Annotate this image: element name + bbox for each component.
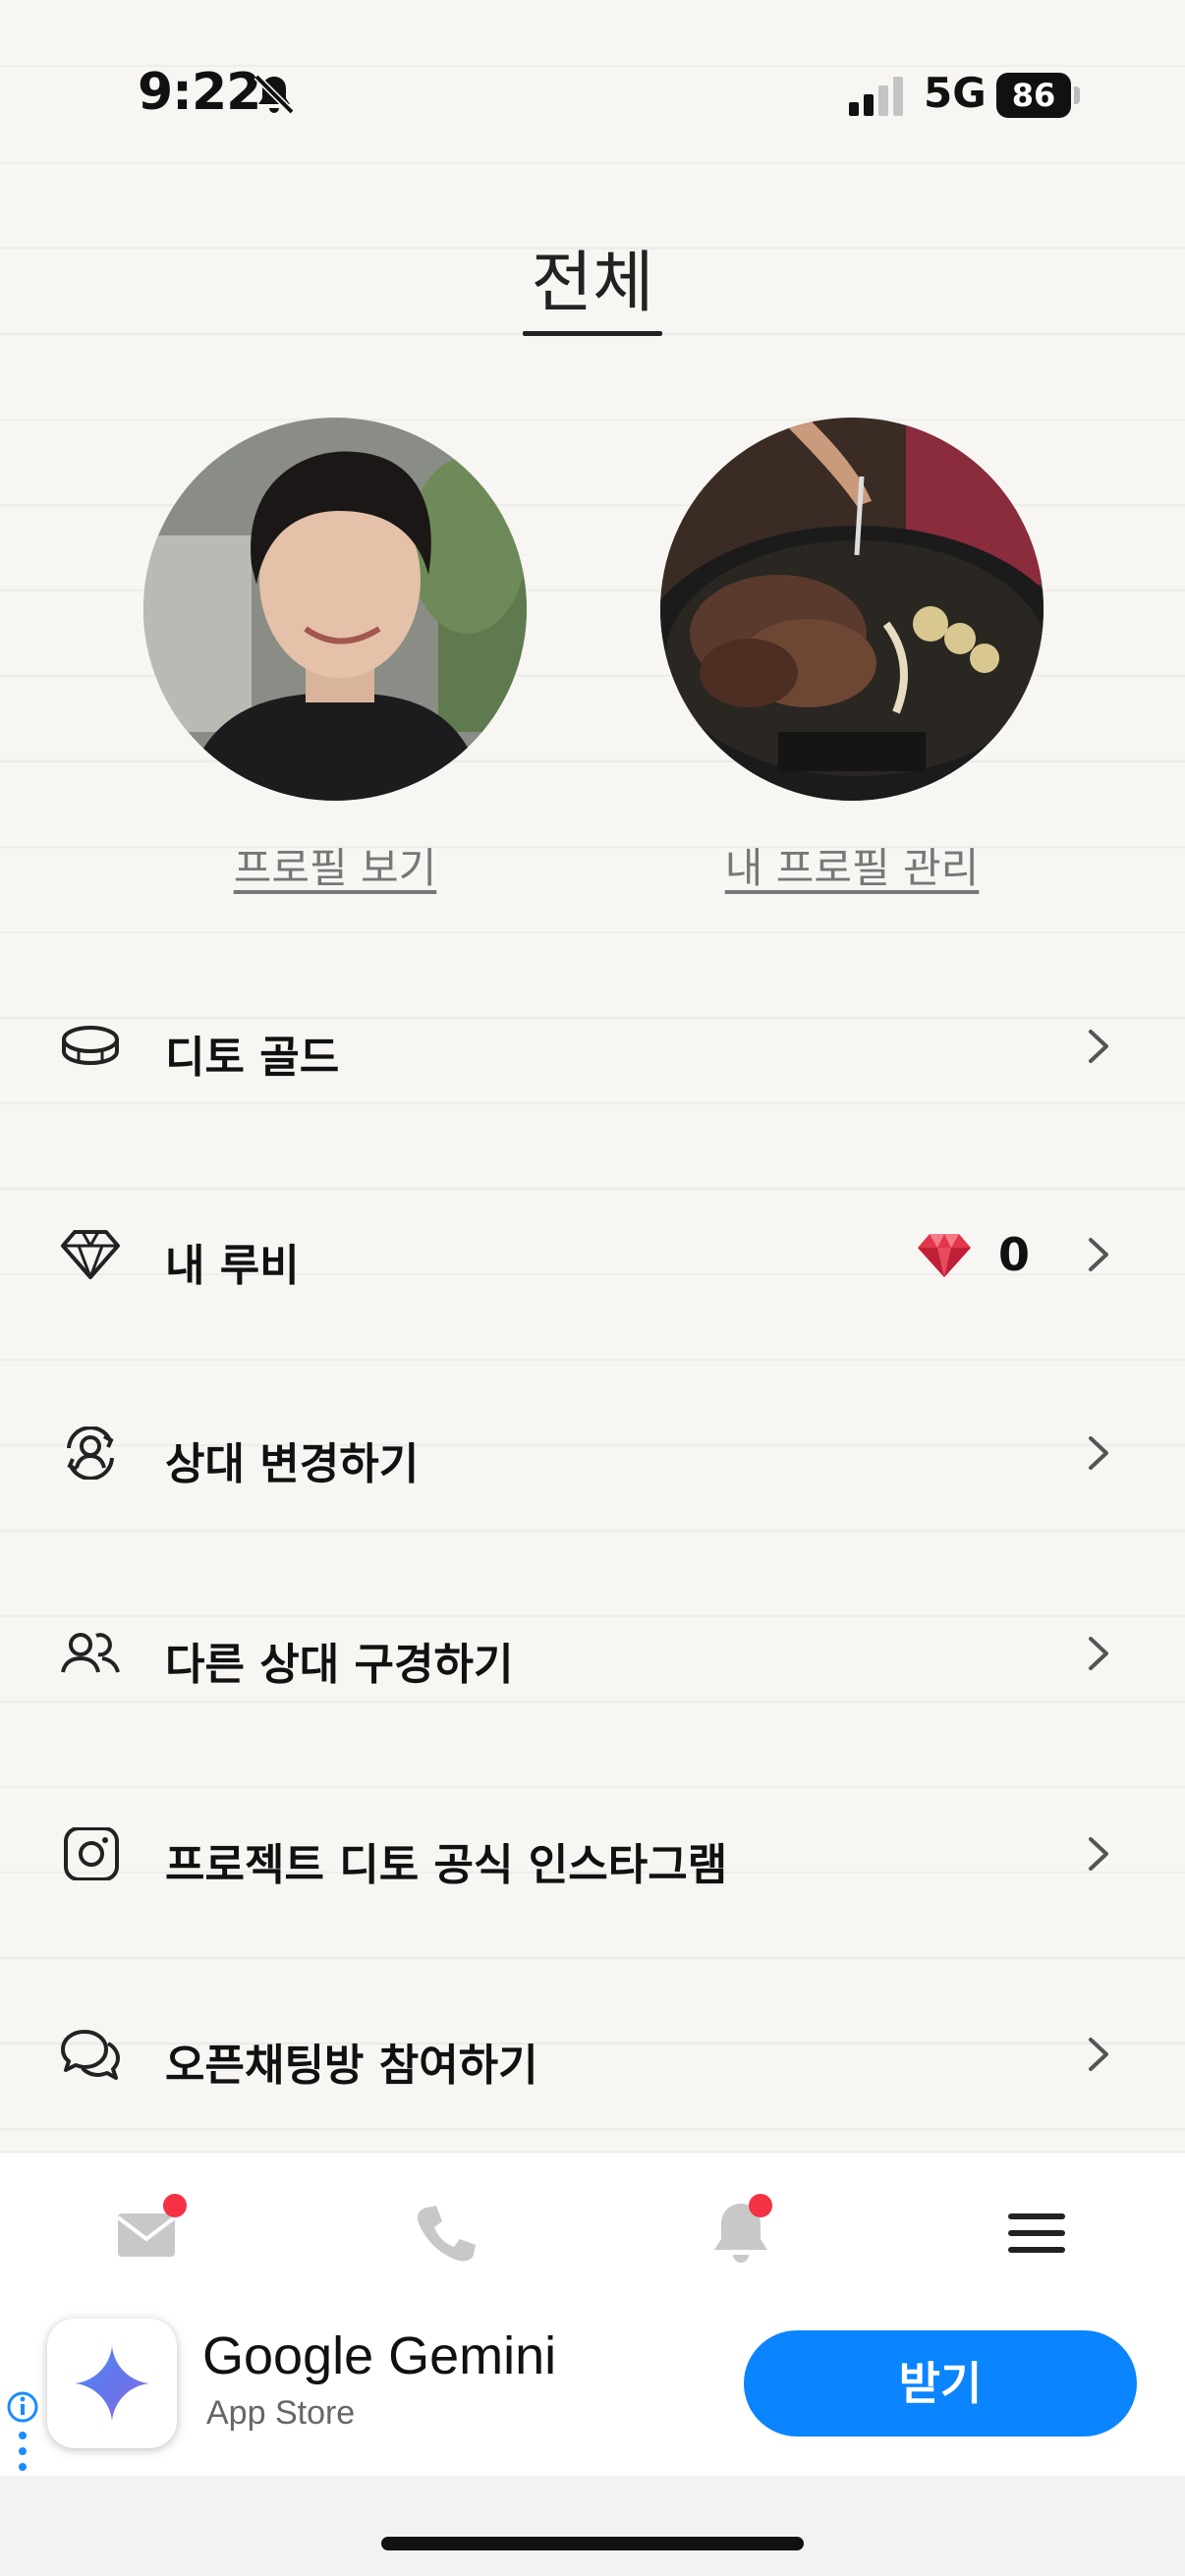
tab-bar bbox=[0, 2152, 1185, 2305]
home-area bbox=[0, 2476, 1185, 2576]
partner-photo bbox=[143, 418, 527, 801]
chevron-right-icon bbox=[1089, 1837, 1108, 1871]
chevron-right-icon bbox=[1089, 1637, 1108, 1670]
status-bar: 9:22 5G 86 bbox=[0, 0, 1185, 187]
menu-label-ditto-gold: 디토 골드 bbox=[165, 1033, 340, 1083]
tab-calls[interactable] bbox=[405, 2194, 483, 2272]
mail-badge bbox=[163, 2194, 187, 2217]
diamond-icon bbox=[61, 1230, 120, 1279]
instagram-icon bbox=[64, 1827, 119, 1880]
menu-item-my-ruby[interactable]: 내 루비 0 bbox=[0, 1191, 1185, 1318]
menu-label-instagram: 프로젝트 디토 공식 인스타그램 bbox=[165, 1840, 728, 1890]
battery-tip bbox=[1074, 86, 1080, 104]
chat-bubbles-icon bbox=[61, 2030, 120, 2080]
manage-my-profile-link[interactable]: 내 프로필 관리 bbox=[660, 835, 1044, 895]
chevron-right-icon bbox=[1089, 1030, 1108, 1063]
menu-icon bbox=[1008, 2213, 1065, 2253]
signal-icon bbox=[849, 77, 903, 116]
menu-item-instagram[interactable]: 프로젝트 디토 공식 인스타그램 bbox=[0, 1790, 1185, 1918]
ad-info-icon[interactable] bbox=[6, 2390, 39, 2424]
coin-icon bbox=[62, 1026, 119, 1066]
chevron-right-icon bbox=[1089, 1238, 1108, 1271]
menu-item-change-partner[interactable]: 상대 변경하기 bbox=[0, 1389, 1185, 1517]
my-photo bbox=[660, 418, 1044, 801]
ad-more-icon[interactable] bbox=[18, 2430, 28, 2473]
ruby-count: 0 bbox=[998, 1228, 1031, 1281]
menu-item-browse-others[interactable]: 다른 상대 구경하기 bbox=[0, 1590, 1185, 1717]
my-avatar[interactable] bbox=[660, 418, 1044, 801]
partner-avatar[interactable] bbox=[143, 418, 527, 801]
chevron-right-icon bbox=[1089, 2038, 1108, 2071]
tab-notifications[interactable] bbox=[702, 2194, 780, 2272]
menu-label-open-chat: 오픈채팅방 참여하기 bbox=[165, 2041, 538, 2091]
menu-item-ditto-gold[interactable]: 디토 골드 bbox=[0, 982, 1185, 1110]
phone-icon bbox=[417, 2206, 476, 2262]
ad-banner[interactable]: Google Gemini App Store 받기 bbox=[0, 2304, 1185, 2476]
tab-menu[interactable] bbox=[998, 2194, 1077, 2272]
users-icon bbox=[61, 1633, 120, 1673]
network-type: 5G bbox=[924, 69, 987, 117]
ad-get-button[interactable]: 받기 bbox=[744, 2330, 1137, 2436]
notification-badge bbox=[749, 2194, 772, 2217]
page-title: 전체 bbox=[531, 245, 654, 322]
battery-indicator: 86 bbox=[996, 73, 1080, 118]
status-time: 9:22 bbox=[138, 63, 261, 122]
chevron-right-icon bbox=[1089, 1436, 1108, 1470]
switch-user-icon bbox=[67, 1427, 114, 1480]
title-underline bbox=[523, 331, 662, 336]
ruby-gem-icon bbox=[918, 1234, 971, 1277]
tab-messages[interactable] bbox=[108, 2194, 187, 2272]
ad-app-icon[interactable] bbox=[47, 2319, 177, 2448]
battery-level: 86 bbox=[996, 73, 1071, 118]
menu-label-change-partner: 상대 변경하기 bbox=[165, 1439, 420, 1489]
menu-label-browse-others: 다른 상대 구경하기 bbox=[165, 1640, 514, 1690]
home-indicator[interactable] bbox=[381, 2537, 804, 2550]
ad-app-name[interactable]: Google Gemini bbox=[202, 2325, 556, 2386]
view-profile-link[interactable]: 프로필 보기 bbox=[143, 835, 527, 895]
bell-off-icon bbox=[254, 74, 295, 115]
gemini-sparkle-icon bbox=[75, 2346, 149, 2421]
menu-label-my-ruby: 내 루비 bbox=[165, 1241, 300, 1291]
ad-store-label: App Store bbox=[206, 2394, 356, 2432]
menu-item-open-chat[interactable]: 오픈채팅방 참여하기 bbox=[0, 1990, 1185, 2118]
